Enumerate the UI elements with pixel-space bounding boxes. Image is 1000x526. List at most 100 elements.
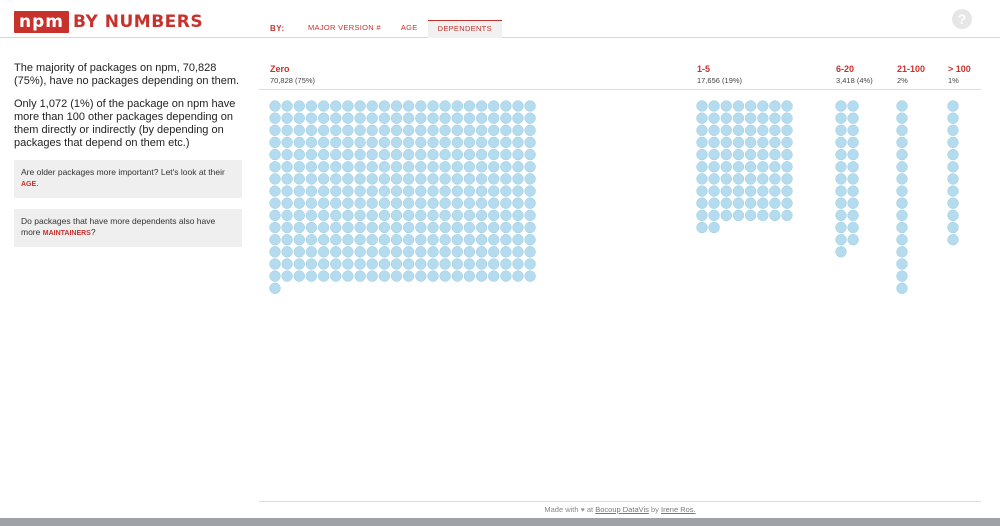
dot-zero[interactable] <box>366 173 378 185</box>
dot-zero[interactable] <box>500 185 512 197</box>
dot-zero[interactable] <box>390 246 403 258</box>
dot-zero[interactable] <box>524 124 536 136</box>
dot-zero[interactable] <box>439 258 451 270</box>
dot-zero[interactable] <box>463 246 476 258</box>
dot-zero[interactable] <box>463 197 476 209</box>
dot-1-5[interactable] <box>708 112 720 124</box>
dot-zero[interactable] <box>451 173 463 185</box>
dot-1-5[interactable] <box>708 209 720 222</box>
dot-zero[interactable] <box>439 234 451 246</box>
dot-1-5[interactable] <box>781 148 793 161</box>
dot-zero[interactable] <box>463 136 476 149</box>
dot-zero[interactable] <box>269 112 281 124</box>
dot-zero[interactable] <box>281 136 293 149</box>
dot-zero[interactable] <box>415 270 427 282</box>
dot-1-5[interactable] <box>781 136 793 149</box>
dot-zero[interactable] <box>439 136 451 149</box>
dot-6-20[interactable] <box>847 136 859 149</box>
dot-6-20[interactable] <box>835 173 847 185</box>
dot-zero[interactable] <box>475 270 488 282</box>
dot-zero[interactable] <box>488 197 500 209</box>
dot-6-20[interactable] <box>835 161 847 173</box>
dot-21-100[interactable] <box>896 112 908 124</box>
dot-zero[interactable] <box>293 209 305 222</box>
dot-zero[interactable] <box>463 173 476 185</box>
dot-zero[interactable] <box>500 258 512 270</box>
dot-zero[interactable] <box>402 270 415 282</box>
dot-zero[interactable] <box>500 197 512 209</box>
dot-zero[interactable] <box>488 148 500 161</box>
dot-zero[interactable] <box>427 136 439 149</box>
dot-zero[interactable] <box>451 161 463 173</box>
dot-zero[interactable] <box>317 136 330 149</box>
dot-zero[interactable] <box>488 124 500 136</box>
dot-6-20[interactable] <box>847 209 859 222</box>
dot-zero[interactable] <box>293 185 305 197</box>
dot-zero[interactable] <box>402 197 415 209</box>
dot-zero[interactable] <box>269 173 281 185</box>
dot-zero[interactable] <box>342 100 354 112</box>
dot-zero[interactable] <box>354 270 366 282</box>
dot-over-100[interactable] <box>947 221 959 234</box>
dot-zero[interactable] <box>317 221 330 234</box>
dot-zero[interactable] <box>500 221 512 234</box>
dot-zero[interactable] <box>390 100 403 112</box>
dot-zero[interactable] <box>415 136 427 149</box>
dot-zero[interactable] <box>305 112 318 124</box>
dot-zero[interactable] <box>439 124 451 136</box>
dot-zero[interactable] <box>317 173 330 185</box>
dot-6-20[interactable] <box>847 161 859 173</box>
dot-zero[interactable] <box>354 161 366 173</box>
dot-1-5[interactable] <box>720 173 732 185</box>
dot-6-20[interactable] <box>847 234 859 246</box>
dot-zero[interactable] <box>330 209 342 222</box>
dot-zero[interactable] <box>293 112 305 124</box>
dot-zero[interactable] <box>281 270 293 282</box>
dot-21-100[interactable] <box>896 209 908 222</box>
dot-zero[interactable] <box>366 246 378 258</box>
dot-zero[interactable] <box>317 246 330 258</box>
dot-zero[interactable] <box>390 112 403 124</box>
dot-zero[interactable] <box>366 221 378 234</box>
dot-6-20[interactable] <box>847 100 859 112</box>
dot-1-5[interactable] <box>732 209 745 222</box>
dot-zero[interactable] <box>451 209 463 222</box>
dot-zero[interactable] <box>305 197 318 209</box>
dot-zero[interactable] <box>402 148 415 161</box>
dot-zero[interactable] <box>427 270 439 282</box>
dot-zero[interactable] <box>439 209 451 222</box>
dot-6-20[interactable] <box>835 185 847 197</box>
dot-zero[interactable] <box>475 173 488 185</box>
dot-zero[interactable] <box>451 136 463 149</box>
dot-21-100[interactable] <box>896 136 908 149</box>
dot-zero[interactable] <box>415 112 427 124</box>
dot-zero[interactable] <box>524 246 536 258</box>
dot-zero[interactable] <box>415 148 427 161</box>
dot-zero[interactable] <box>451 185 463 197</box>
dot-zero[interactable] <box>500 148 512 161</box>
dot-zero[interactable] <box>366 136 378 149</box>
dot-zero[interactable] <box>366 234 378 246</box>
dot-1-5[interactable] <box>720 148 732 161</box>
dot-6-20[interactable] <box>835 197 847 209</box>
dot-zero[interactable] <box>269 136 281 149</box>
dot-1-5[interactable] <box>732 148 745 161</box>
dot-zero[interactable] <box>354 185 366 197</box>
dot-zero[interactable] <box>293 270 305 282</box>
dot-zero[interactable] <box>330 124 342 136</box>
dot-zero[interactable] <box>342 112 354 124</box>
dot-zero[interactable] <box>439 100 451 112</box>
dot-zero[interactable] <box>366 148 378 161</box>
dot-zero[interactable] <box>390 258 403 270</box>
dot-zero[interactable] <box>475 112 488 124</box>
dot-21-100[interactable] <box>896 246 908 258</box>
dot-zero[interactable] <box>415 124 427 136</box>
dot-1-5[interactable] <box>732 124 745 136</box>
dot-1-5[interactable] <box>696 100 708 112</box>
dot-over-100[interactable] <box>947 112 959 124</box>
dot-zero[interactable] <box>439 161 451 173</box>
dot-zero[interactable] <box>366 270 378 282</box>
dot-zero[interactable] <box>390 148 403 161</box>
dot-zero[interactable] <box>305 185 318 197</box>
dot-zero[interactable] <box>512 124 524 136</box>
